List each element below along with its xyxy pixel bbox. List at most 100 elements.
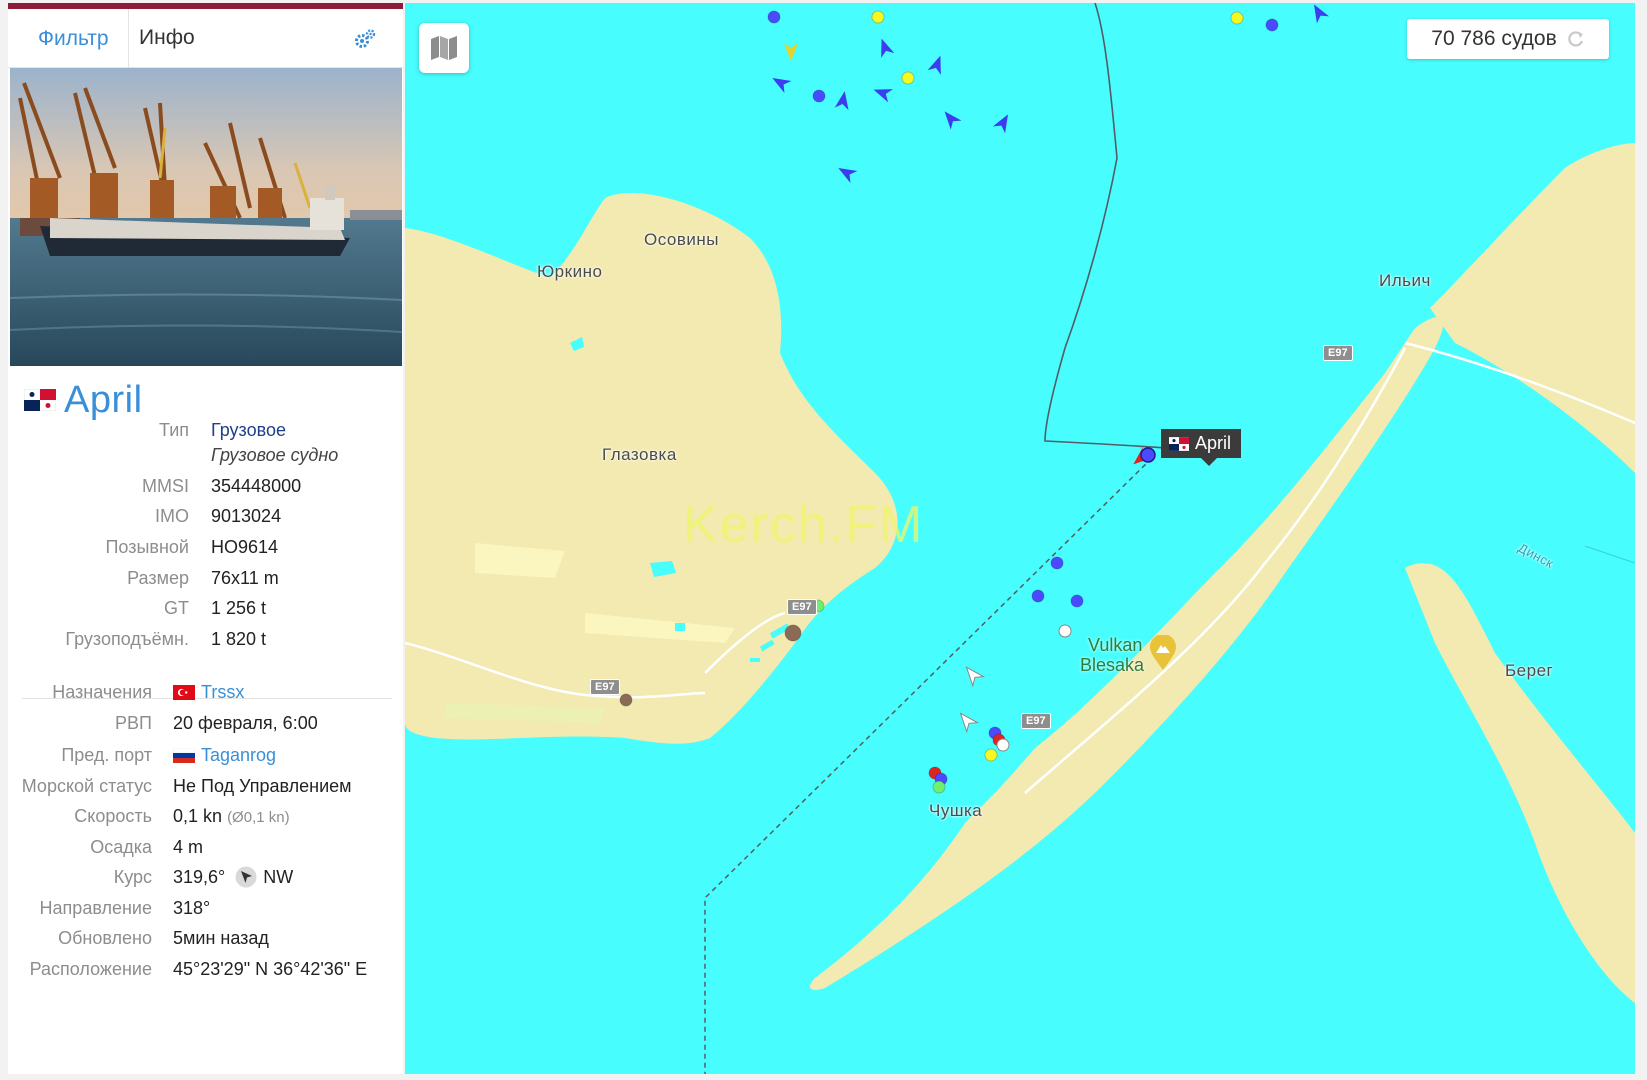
gt-value: 1 256 t: [211, 598, 267, 618]
position-value: 45°23'29" N 36°42'36" E: [173, 959, 368, 979]
nav-status-label: Морской статус: [21, 776, 152, 796]
speed-label-row: Скорость: [8, 804, 152, 828]
vessel-count-text: 70 786 судов: [1431, 27, 1557, 50]
course-value: 319,6°: [173, 867, 226, 887]
road-shield-e97-3: E97: [1021, 713, 1051, 729]
dwt-label-row: Грузоподъёмн.: [8, 627, 189, 651]
vessel-marker-dot[interactable]: [932, 780, 946, 794]
vessel-marker-arrow[interactable]: [927, 53, 947, 75]
vessel-marker-dot[interactable]: [1265, 18, 1279, 32]
map-layers-button[interactable]: [419, 23, 469, 73]
ship-name: April: [64, 378, 143, 421]
dwt-label: Грузоподъёмн.: [65, 629, 189, 649]
vessel-count-box[interactable]: 70 786 судов: [1407, 19, 1609, 59]
map-layers-icon: [431, 36, 457, 60]
gear-icon[interactable]: [353, 27, 377, 51]
vessel-marker-arrow[interactable]: [875, 36, 895, 58]
vessel-marker-arrow[interactable]: [1308, 3, 1330, 24]
vessel-markers: [619, 3, 1330, 794]
vessel-marker-arrow[interactable]: [835, 162, 858, 184]
position-label-row: Расположение: [8, 957, 152, 981]
heading-label: Направление: [39, 898, 152, 918]
type-row: Тип: [8, 418, 189, 442]
speed-value: 0,1 kn: [173, 806, 223, 826]
course-label: Курс: [113, 867, 152, 887]
imo-label-row: IMO: [8, 504, 189, 528]
watermark: Kerch.FM: [683, 496, 925, 554]
panel-tabs: Фильтр Инфо: [8, 9, 403, 68]
heading-value: 318°: [173, 898, 211, 918]
vessel-marker-arrow[interactable]: [955, 709, 980, 734]
updated-value: 5мин назад: [173, 928, 269, 948]
size-value: 76x11 m: [211, 568, 279, 588]
type-subvalue: Грузовое судно: [211, 445, 339, 465]
place-chushka: Чушка: [929, 801, 983, 820]
vessel-marker-dot[interactable]: [1031, 589, 1045, 603]
place-glazovka: Глазовка: [602, 445, 677, 464]
updated-label: Обновлено: [58, 928, 152, 948]
imo-value: 9013024: [211, 506, 282, 526]
vessel-marker-arrow[interactable]: [871, 83, 893, 103]
size-label: Размер: [127, 568, 189, 588]
map-view[interactable]: Осовины Юркино Глазовка Ильич Чушка Бере…: [405, 3, 1635, 1074]
destination-label: Назначения: [52, 682, 152, 702]
selected-vessel-label[interactable]: April: [1161, 429, 1242, 466]
vessel-marker-dot[interactable]: [871, 10, 885, 24]
vessel-marker-arrow[interactable]: [992, 111, 1014, 134]
ship-photo: [10, 68, 402, 366]
gt-label-row: GT: [8, 596, 189, 620]
refresh-icon[interactable]: [1567, 30, 1585, 48]
dwt-value: 1 820 t: [211, 629, 267, 649]
gt-label: GT: [164, 598, 189, 618]
speed-average: (Ø0,1 kn): [227, 809, 290, 826]
selected-vessel-name: April: [1195, 433, 1232, 453]
course-arrow-icon: [235, 866, 257, 888]
tab-info[interactable]: Инфо: [128, 9, 195, 67]
place-yurkino: Юркино: [537, 262, 603, 281]
prev-port-label-row: Пред. порт: [8, 743, 152, 767]
vessel-marker-dot[interactable]: [1058, 624, 1072, 638]
vessel-marker-arrow[interactable]: [834, 90, 852, 111]
vessel-marker-arrow[interactable]: [769, 72, 792, 94]
vessel-marker-arrow[interactable]: [939, 107, 962, 130]
course-direction: NW: [263, 867, 294, 887]
course-value-wrap: 319,6° NW: [173, 865, 293, 889]
type-value: Грузовое: [211, 420, 286, 440]
vessel-marker-dot[interactable]: [619, 693, 633, 707]
road-shield-e97-4: E97: [1323, 345, 1353, 361]
poi-vulkan-blesaka[interactable]: Vulkan Blesaka: [1080, 635, 1144, 675]
flag-russia-icon: [173, 747, 195, 763]
updated-label-row: Обновлено: [8, 926, 152, 950]
destination-value-wrap: Trssx: [173, 680, 244, 704]
vessel-marker-dot[interactable]: [901, 71, 915, 85]
vessel-marker-dot[interactable]: [784, 624, 802, 642]
mountain-icon[interactable]: [1149, 635, 1177, 671]
destination-link[interactable]: Trssx: [201, 680, 244, 704]
size-label-row: Размер: [8, 566, 189, 590]
vessel-marker-dot[interactable]: [1070, 594, 1084, 608]
heading-label-row: Направление: [8, 896, 152, 920]
vessel-marker-dot[interactable]: [984, 748, 998, 762]
selected-vessel-marker[interactable]: [1140, 447, 1156, 463]
prev-port-label: Пред. порт: [61, 745, 152, 765]
tab-filter[interactable]: Фильтр: [38, 27, 109, 51]
vessel-marker-arrow[interactable]: [961, 663, 986, 688]
place-bereg: Берег: [1505, 661, 1554, 680]
vessel-marker-dot[interactable]: [812, 89, 826, 103]
callsign-label: Позывной: [105, 537, 189, 557]
vessel-marker-dot[interactable]: [1230, 11, 1244, 25]
poi-line2: Blesaka: [1080, 655, 1145, 675]
vessel-marker-dot[interactable]: [767, 10, 781, 24]
destination-label-row: Назначения: [8, 680, 152, 704]
road-shield-e97-2: E97: [590, 679, 620, 695]
mmsi-label: MMSI: [142, 476, 189, 496]
vessel-marker-arrow[interactable]: [784, 43, 798, 61]
place-osoviny: Осовины: [644, 230, 720, 249]
prev-port-link[interactable]: Taganrog: [201, 743, 276, 767]
vessel-marker-dot[interactable]: [1050, 556, 1064, 570]
callsign-value: HO9614: [211, 537, 279, 557]
draught-label-row: Осадка: [8, 835, 152, 859]
vessel-marker-dot[interactable]: [996, 738, 1010, 752]
flag-panama-icon: [1169, 436, 1189, 451]
flag-turkey-icon: [173, 684, 195, 700]
